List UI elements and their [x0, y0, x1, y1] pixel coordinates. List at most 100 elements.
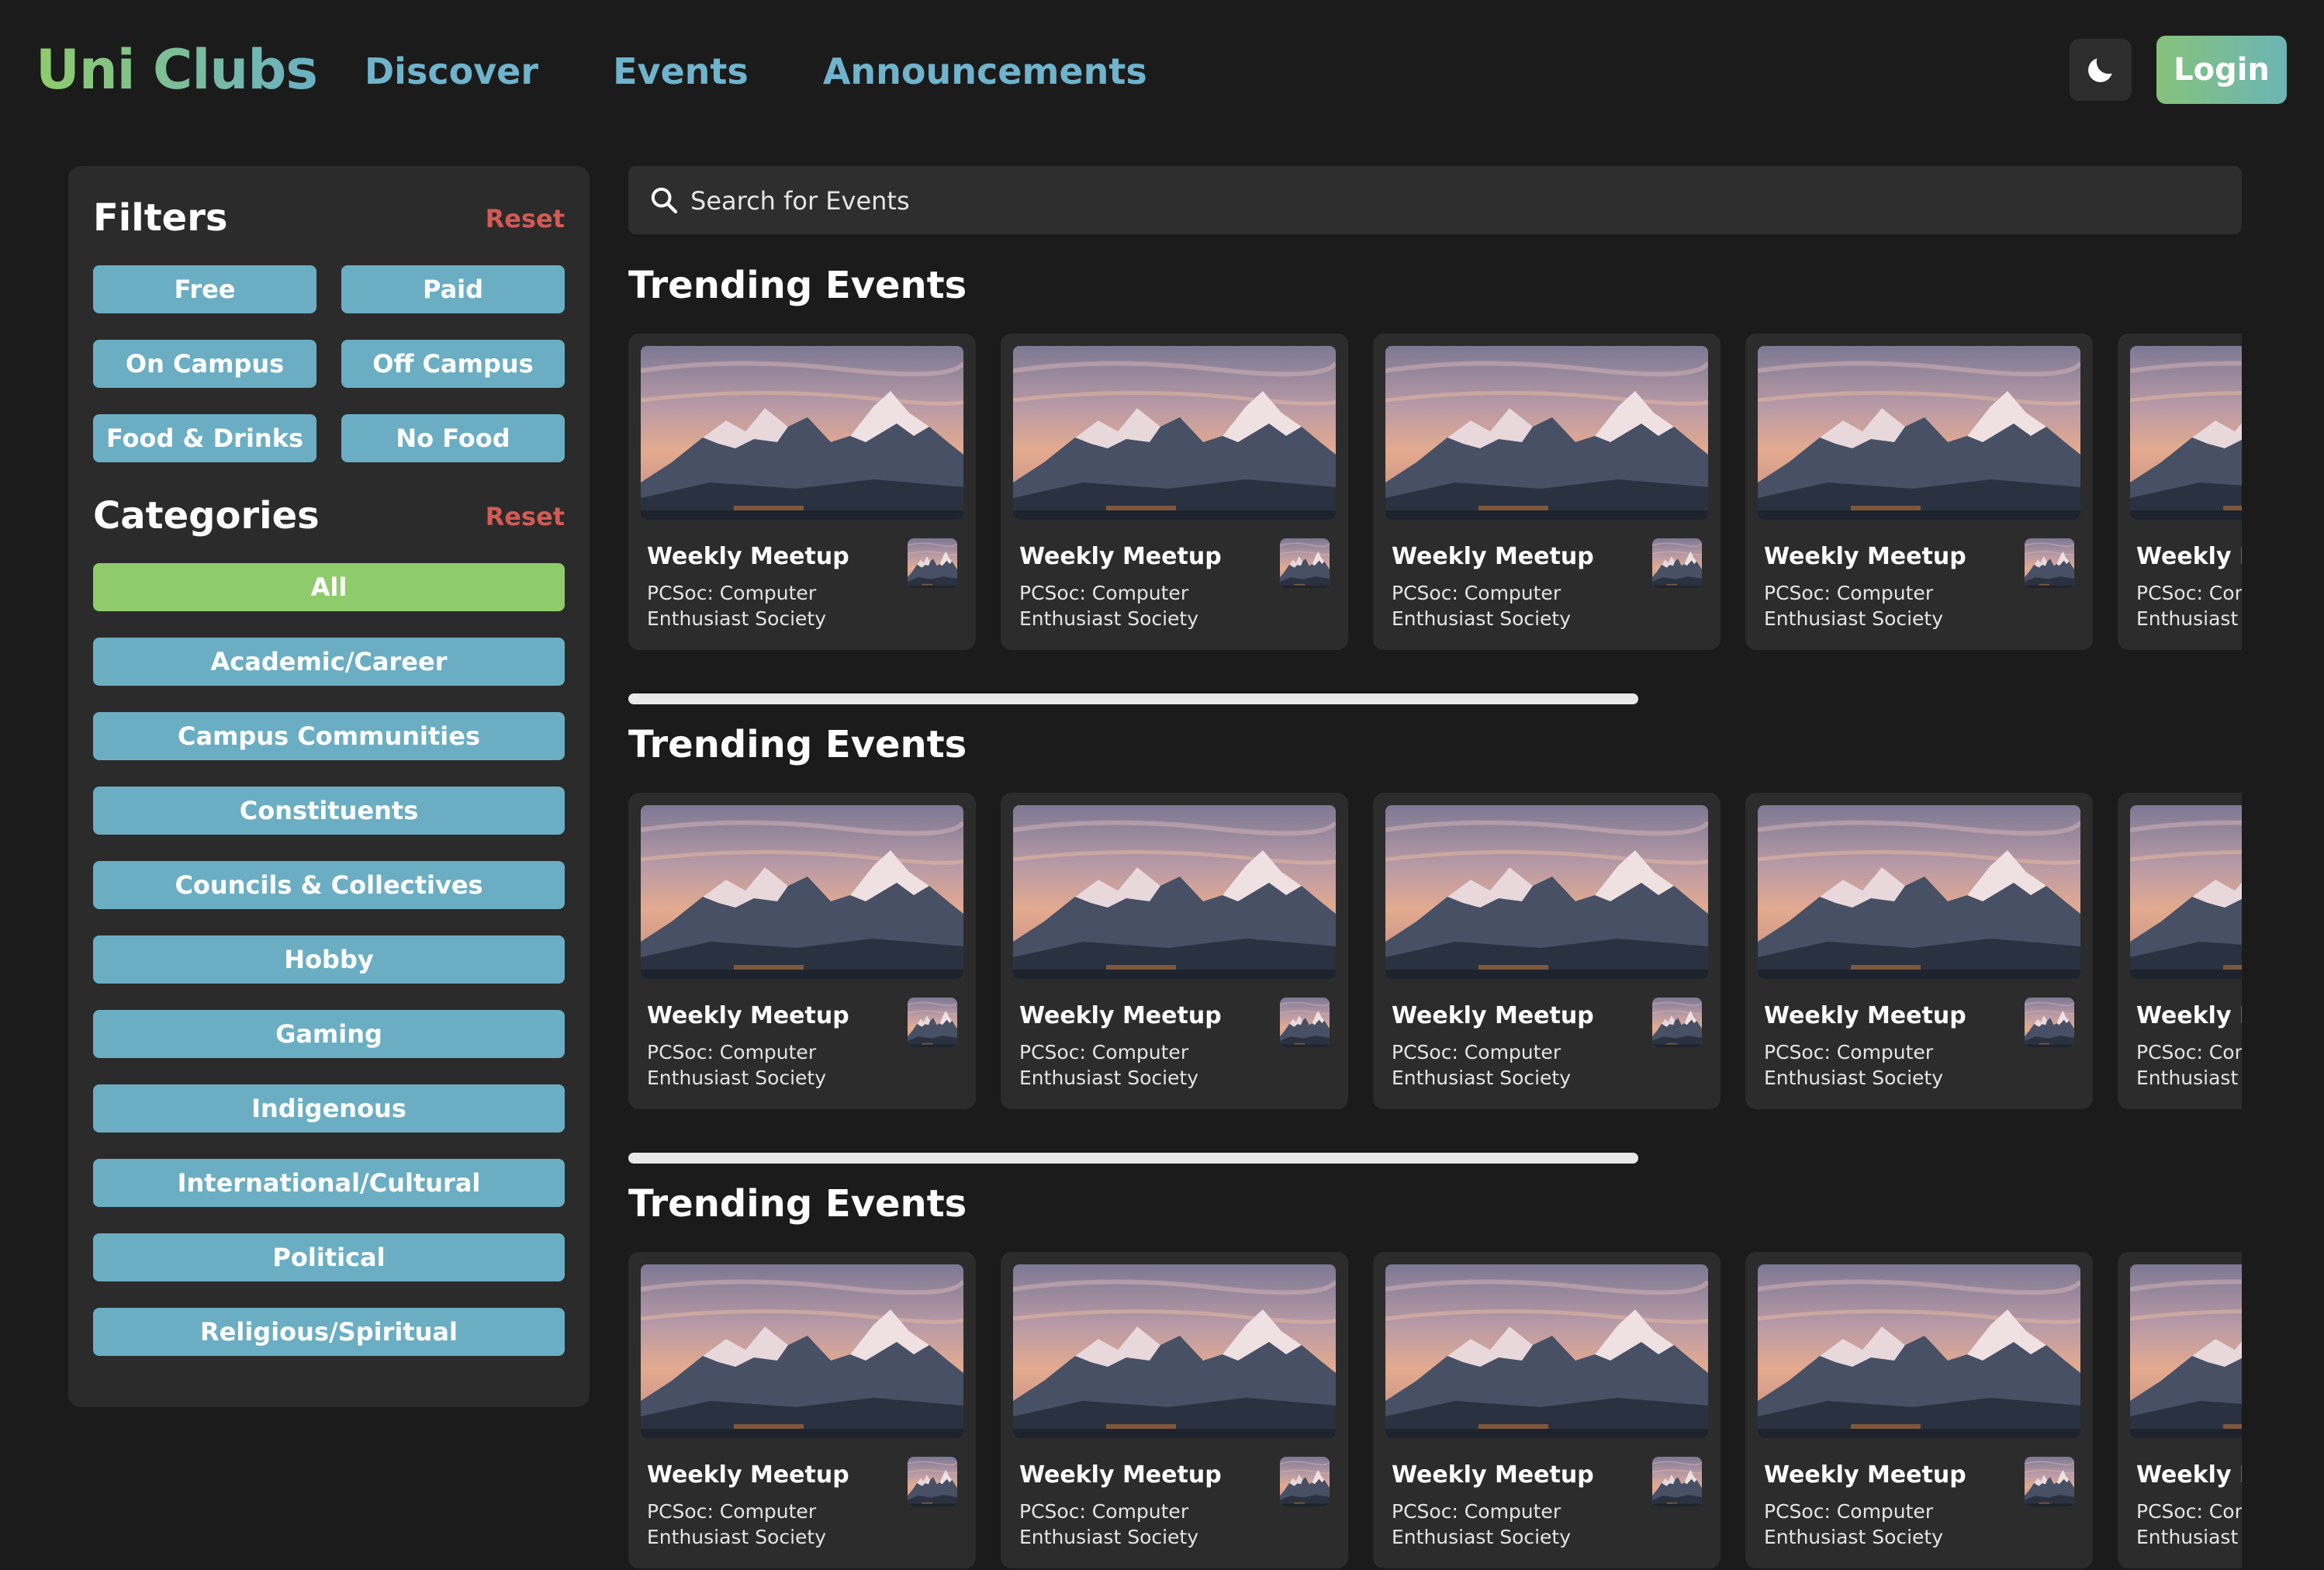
- event-row[interactable]: Weekly Meetup PCSoc: Computer Enthusiast…: [628, 334, 2242, 652]
- filter-free[interactable]: Free: [93, 265, 316, 313]
- event-row[interactable]: Weekly Meetup PCSoc: Computer Enthusiast…: [628, 793, 2242, 1111]
- event-card[interactable]: Weekly Meetup PCSoc: Computer Enthusiast…: [1373, 1252, 1721, 1568]
- category-hobby[interactable]: Hobby: [93, 935, 565, 984]
- club-logo: [908, 998, 957, 1047]
- event-image: [1013, 805, 1336, 979]
- event-image: [1013, 1264, 1336, 1438]
- category-campus-communities[interactable]: Campus Communities: [93, 712, 565, 760]
- event-club: PCSoc: Computer Enthusiast Society: [1019, 1041, 1199, 1089]
- event-title: Weekly Meetup: [1764, 1002, 1966, 1029]
- event-title: Weekly Meetup: [1392, 543, 1594, 570]
- event-title: Weekly Meetup: [1019, 543, 1222, 570]
- event-title: Weekly Meetup: [647, 1461, 849, 1489]
- filter-on-campus[interactable]: On Campus: [93, 340, 316, 388]
- event-club: PCSoc: Computer Enthusiast Society: [1019, 582, 1199, 630]
- category-gaming[interactable]: Gaming: [93, 1010, 565, 1058]
- club-logo: [1652, 998, 1702, 1047]
- club-logo: [1280, 998, 1330, 1047]
- event-card[interactable]: Weekly Meetup PCSoc: Computer Enthusiast…: [2118, 334, 2242, 650]
- event-card[interactable]: Weekly Meetup PCSoc: Computer Enthusiast…: [1001, 334, 1348, 650]
- filter-no-food[interactable]: No Food: [341, 414, 565, 462]
- event-club: PCSoc: Computer Enthusiast Society: [2136, 582, 2242, 630]
- row-title: Trending Events: [628, 1182, 967, 1226]
- event-image: [2130, 1264, 2242, 1438]
- event-card[interactable]: Weekly Meetup PCSoc: Computer Enthusiast…: [2118, 793, 2242, 1109]
- event-title: Weekly Meetup: [1019, 1002, 1222, 1029]
- category-councils-collectives[interactable]: Councils & Collectives: [93, 861, 565, 909]
- brand-logo[interactable]: Uni Clubs: [36, 34, 318, 105]
- category-list: All Academic/Career Campus Communities C…: [93, 563, 565, 1382]
- event-card[interactable]: Weekly Meetup PCSoc: Computer Enthusiast…: [1373, 334, 1721, 650]
- category-academic-career[interactable]: Academic/Career: [93, 638, 565, 686]
- event-card[interactable]: Weekly Meetup PCSoc: Computer Enthusiast…: [1001, 793, 1348, 1109]
- club-logo: [908, 1457, 957, 1506]
- event-card[interactable]: Weekly Meetup PCSoc: Computer Enthusiast…: [1373, 793, 1721, 1109]
- event-image: [641, 805, 963, 979]
- category-indigenous[interactable]: Indigenous: [93, 1084, 565, 1133]
- filter-paid[interactable]: Paid: [341, 265, 565, 313]
- event-club: PCSoc: Computer Enthusiast Society: [2136, 1500, 2242, 1548]
- event-card[interactable]: Weekly Meetup PCSoc: Computer Enthusiast…: [1745, 1252, 2093, 1568]
- event-club: PCSoc: Computer Enthusiast Society: [1764, 1500, 1944, 1548]
- login-button[interactable]: Login: [2156, 36, 2287, 104]
- event-card[interactable]: Weekly Meetup PCSoc: Computer Enthusiast…: [1001, 1252, 1348, 1568]
- category-religious-spiritual[interactable]: Religious/Spiritual: [93, 1308, 565, 1356]
- event-image: [1758, 346, 2080, 520]
- search-input[interactable]: [689, 166, 2212, 236]
- filters-title: Filters: [93, 196, 228, 240]
- categories-reset-link[interactable]: Reset: [486, 500, 565, 534]
- filter-food-drinks[interactable]: Food & Drinks: [93, 414, 316, 462]
- category-constituents[interactable]: Constituents: [93, 787, 565, 835]
- categories-header: Categories Reset: [93, 489, 565, 543]
- event-image: [1758, 1264, 2080, 1438]
- club-logo: [1280, 1457, 1330, 1506]
- row-title: Trending Events: [628, 723, 967, 766]
- event-card[interactable]: Weekly Meetup PCSoc: Computer Enthusiast…: [1745, 793, 2093, 1109]
- event-image: [2130, 805, 2242, 979]
- row-scrollbar[interactable]: [628, 693, 1638, 704]
- event-club: PCSoc: Computer Enthusiast Society: [1764, 1041, 1944, 1089]
- filters-reset-link[interactable]: Reset: [486, 202, 565, 236]
- categories-title: Categories: [93, 494, 320, 538]
- event-title: Weekly Meetup: [1764, 1461, 1966, 1489]
- theme-toggle-button[interactable]: [2070, 39, 2132, 101]
- event-image: [1013, 346, 1336, 520]
- event-club: PCSoc: Computer Enthusiast Society: [1764, 582, 1944, 630]
- event-row[interactable]: Weekly Meetup PCSoc: Computer Enthusiast…: [628, 1252, 2242, 1570]
- search-bar: [628, 166, 2242, 236]
- event-image: [1385, 805, 1708, 979]
- main-nav: Discover Events Announcements: [365, 43, 1147, 99]
- club-logo: [2025, 998, 2074, 1047]
- category-international-cultural[interactable]: International/Cultural: [93, 1159, 565, 1207]
- event-club: PCSoc: Computer Enthusiast Society: [1392, 1500, 1572, 1548]
- event-image: [1758, 805, 2080, 979]
- event-card[interactable]: Weekly Meetup PCSoc: Computer Enthusiast…: [628, 334, 976, 650]
- event-club: PCSoc: Computer Enthusiast Society: [1019, 1500, 1199, 1548]
- club-logo: [1652, 1457, 1702, 1506]
- event-image: [2130, 346, 2242, 520]
- nav-announcements[interactable]: Announcements: [823, 43, 1147, 99]
- event-club: PCSoc: Computer Enthusiast Society: [647, 1500, 827, 1548]
- filter-sidebar: Filters Reset Free Paid On Campus Off Ca…: [68, 166, 590, 1407]
- club-logo: [2025, 1457, 2074, 1506]
- event-card[interactable]: Weekly Meetup PCSoc: Computer Enthusiast…: [2118, 1252, 2242, 1568]
- event-image: [1385, 1264, 1708, 1438]
- event-title: Weekly Meetup: [2136, 1461, 2242, 1489]
- event-card[interactable]: Weekly Meetup PCSoc: Computer Enthusiast…: [628, 793, 976, 1109]
- row-title: Trending Events: [628, 264, 967, 307]
- row-scrollbar[interactable]: [628, 1153, 1638, 1164]
- nav-events[interactable]: Events: [613, 43, 749, 99]
- nav-discover[interactable]: Discover: [365, 43, 538, 99]
- event-title: Weekly Meetup: [1392, 1461, 1594, 1489]
- event-card[interactable]: Weekly Meetup PCSoc: Computer Enthusiast…: [628, 1252, 976, 1568]
- event-title: Weekly Meetup: [647, 543, 849, 570]
- event-card[interactable]: Weekly Meetup PCSoc: Computer Enthusiast…: [1745, 334, 2093, 650]
- event-title: Weekly Meetup: [1392, 1002, 1594, 1029]
- event-image: [641, 1264, 963, 1438]
- event-image: [1385, 346, 1708, 520]
- category-all[interactable]: All: [93, 563, 565, 611]
- event-title: Weekly Meetup: [647, 1002, 849, 1029]
- event-club: PCSoc: Computer Enthusiast Society: [647, 582, 827, 630]
- category-political[interactable]: Political: [93, 1233, 565, 1281]
- filter-off-campus[interactable]: Off Campus: [341, 340, 565, 388]
